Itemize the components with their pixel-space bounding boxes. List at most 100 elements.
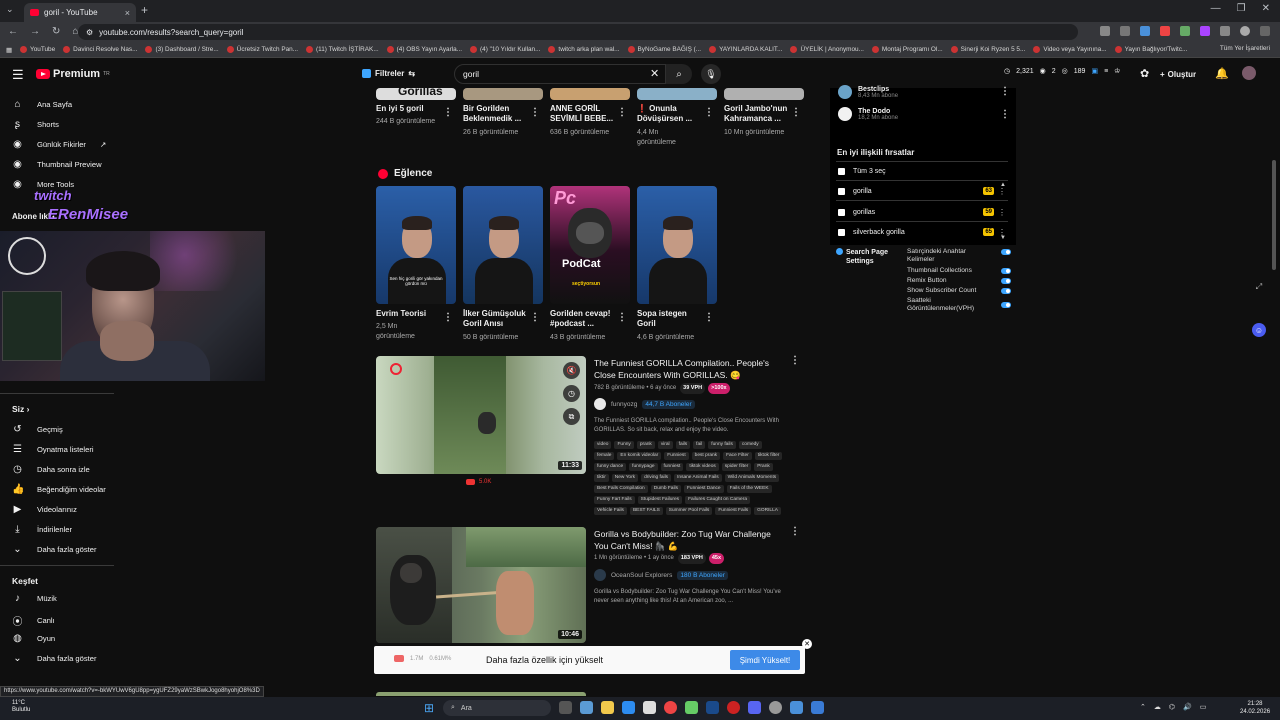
short-title[interactable]: Sopa istegen Goril [637, 309, 703, 329]
bookmark[interactable]: Yayın Bağlıyor/Twitc... [1114, 46, 1187, 53]
short-title[interactable]: En iyi 5 goril [376, 104, 442, 114]
tag[interactable]: Vehicle Fails [594, 507, 627, 515]
tag[interactable]: Funniest Fails [715, 507, 752, 515]
related-channel[interactable]: The Dodo 18,2 Mn abone [838, 107, 898, 121]
steam-icon[interactable] [706, 701, 719, 714]
keyword-row[interactable]: silverback gorilla 65 ⋮ [838, 225, 1006, 239]
more-options-icon[interactable]: ⋮ [998, 208, 1006, 217]
filters-button[interactable]: Filtreler ⇆ [362, 66, 415, 81]
add-queue-icon[interactable]: ⧉ [563, 408, 580, 425]
tag[interactable]: Wild Animals Moments [724, 474, 780, 482]
video-thumbnail[interactable]: 🔇 ◷ ⧉ 11:33 [376, 356, 586, 474]
sidebar-item-music[interactable]: ♪ Müzik [12, 593, 57, 604]
tag[interactable]: Insane Animal Fails [674, 474, 722, 482]
tab-youtube[interactable]: goril - YouTube × [24, 3, 136, 22]
tag[interactable]: Face Filter [723, 452, 752, 460]
tag[interactable]: Funny [614, 441, 634, 449]
tag[interactable]: Prank [754, 463, 773, 471]
toggle-switch[interactable] [1001, 302, 1011, 308]
sidebar-item-liked[interactable]: 👍 Beğendiğim videolar [12, 484, 106, 495]
more-options-icon[interactable]: ⋮ [1000, 86, 1010, 97]
video-thumbnail[interactable] [463, 88, 543, 100]
video-title[interactable]: Gorilla vs Bodybuilder: Zoo Tug War Chal… [594, 528, 784, 552]
next-video-thumbnail[interactable] [376, 692, 586, 696]
upgrade-button[interactable]: Şimdi Yükselt! [730, 650, 800, 670]
cloud-icon[interactable]: ☁ [1154, 703, 1161, 711]
checkbox[interactable] [838, 208, 845, 216]
discord-icon[interactable] [748, 701, 761, 714]
scroll-down-icon[interactable]: ▼ [1000, 235, 1006, 241]
sidebar-item-playlists[interactable]: ☰ Oynatma listeleri [12, 444, 94, 455]
volume-icon[interactable]: 🔊 [1183, 703, 1192, 711]
bookmark[interactable]: (4) "10 Yıldır Kullan... [470, 46, 540, 53]
keyword-row[interactable]: gorilla 63 ⋮ [838, 184, 1006, 198]
tab-close-icon[interactable]: × [125, 8, 130, 18]
tag[interactable]: prank [636, 441, 655, 449]
youtube-logo[interactable]: Premium TR [36, 68, 110, 80]
checkbox[interactable] [838, 228, 845, 236]
bell-icon[interactable]: 🔔 [1215, 67, 1229, 80]
tag[interactable]: female [594, 452, 615, 460]
more-options-icon[interactable]: ⋮ [617, 312, 627, 323]
setting-inline-keywords[interactable]: Satırçindeki Anahtar Kelimeler [907, 248, 1011, 264]
more-options-icon[interactable]: ⋮ [443, 107, 453, 118]
toggle-switch[interactable] [1001, 278, 1011, 284]
tag[interactable]: fails [675, 441, 691, 449]
tag[interactable]: video [594, 441, 612, 449]
tag[interactable]: best prank [691, 452, 721, 460]
sidebar-item-gaming[interactable]: ◍ Oyun [12, 633, 55, 644]
video-thumbnail[interactable] [724, 88, 804, 100]
bookmark[interactable]: (3) Dashboard / Stre... [145, 46, 219, 53]
setting-remix-button[interactable]: Remix Button [907, 277, 1011, 285]
sidebar-item-thumbnail-preview[interactable]: ◉ Thumbnail Preview [12, 159, 101, 170]
tag[interactable]: funny fails [708, 441, 736, 449]
video-thumbnail[interactable] [550, 88, 630, 100]
bookmark[interactable]: YouTube [20, 46, 55, 53]
tag[interactable]: tiktok videos [686, 463, 719, 471]
sidebar-item-ideas[interactable]: ◉ Günlük Fikirler ↗ [12, 139, 106, 150]
menu-icon[interactable] [1260, 26, 1270, 36]
video-thumbnail[interactable] [637, 88, 717, 100]
tag[interactable]: Funniest [664, 452, 689, 460]
assistant-icon[interactable]: ☺ [1252, 323, 1266, 337]
explorer-icon[interactable] [601, 701, 614, 714]
short-title[interactable]: ANNE GORİL SEVİMLİ BEBE... [550, 104, 616, 124]
search-button[interactable]: ⌕ [666, 64, 692, 84]
tag[interactable]: viral [657, 441, 673, 449]
bookmark[interactable]: (11) Twitch İŞTİRAK... [306, 46, 379, 53]
tag[interactable]: funnypage [629, 463, 658, 471]
taskbar-search[interactable]: ⌕ Ara [443, 700, 551, 716]
more-options-icon[interactable]: ⋮ [790, 355, 800, 366]
setting-subscriber-count[interactable]: Show Subscriber Count [907, 287, 1011, 295]
apps-icon[interactable]: ▦ [6, 46, 12, 54]
more-options-icon[interactable]: ⋮ [790, 526, 800, 537]
sidebar-item-watch-later[interactable]: ◷ Daha sonra izle [12, 464, 90, 475]
more-options-icon[interactable]: ⋮ [791, 107, 801, 118]
more-options-icon[interactable]: ⋮ [1000, 109, 1010, 120]
weather-widget[interactable]: 11°C Bulutlu [12, 700, 30, 714]
short-title[interactable]: Bir Gorilden Beklenmedik ... [463, 104, 529, 124]
toggle-switch[interactable] [1001, 249, 1011, 255]
extension-icon[interactable] [1200, 26, 1210, 36]
tag[interactable]: funniest [660, 463, 684, 471]
tag[interactable]: Fails of the WEEK [726, 485, 772, 493]
bookmark[interactable]: YAYINLARDA KALIT... [709, 46, 782, 53]
app-icon[interactable] [685, 701, 698, 714]
star-icon[interactable] [1120, 26, 1130, 36]
ext-blue-icon[interactable]: ▣ [1091, 67, 1098, 75]
video-thumbnail[interactable]: 10:46 [376, 527, 586, 643]
keyword-row[interactable]: gorillas 59 ⋮ [838, 205, 1006, 219]
scroll-up-icon[interactable]: ▲ [1000, 182, 1006, 188]
setting-thumbnail-collections[interactable]: Thumbnail Collections [907, 267, 1011, 275]
tag[interactable]: Funny Fart Fails [594, 496, 635, 504]
more-options-icon[interactable]: ⋮ [530, 312, 540, 323]
tag[interactable]: fail [693, 441, 706, 449]
sidebar-item-show-more-explore[interactable]: ⌄ Daha fazla göster [12, 653, 96, 664]
bookmark[interactable]: Sinerji Koi Ryzen 5 5... [950, 46, 1025, 53]
you-heading[interactable]: Siz › [12, 404, 30, 414]
edge-icon[interactable] [622, 701, 635, 714]
store-icon[interactable] [643, 701, 656, 714]
bookmark[interactable]: Ücretsiz Twitch Pan... [226, 46, 298, 53]
battery-icon[interactable]: ▭ [1200, 703, 1207, 711]
minimize-icon[interactable]: — [1211, 3, 1221, 14]
